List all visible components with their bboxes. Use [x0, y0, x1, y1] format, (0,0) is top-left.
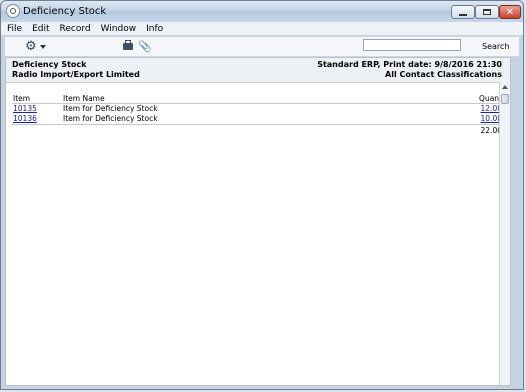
- paperclip-icon[interactable]: 📎: [138, 40, 152, 53]
- print-info: Standard ERP, Print date: 9/8/2016 21:30: [317, 60, 502, 69]
- minimize-button[interactable]: [451, 5, 475, 19]
- total-divider: [12, 124, 504, 125]
- window-title: Deficiency Stock: [23, 6, 107, 17]
- report-content: Deficiency Stock Radio Import/Export Lim…: [5, 57, 511, 386]
- scroll-thumb[interactable]: [501, 94, 509, 104]
- gear-icon[interactable]: ⚙: [25, 40, 37, 53]
- restore-icon: [483, 9, 491, 15]
- company-name: Radio Import/Export Limited: [12, 70, 140, 79]
- title-bar[interactable]: Deficiency Stock ✕: [1, 1, 523, 23]
- menu-bar: File Edit Record Window Info: [1, 22, 523, 36]
- item-name: Item for Deficiency Stock: [63, 104, 158, 113]
- item-link[interactable]: 10135: [13, 104, 37, 113]
- classification-filter: All Contact Classifications: [385, 70, 502, 79]
- menu-edit[interactable]: Edit: [32, 24, 49, 34]
- report-window: Deficiency Stock ✕ File Edit Record Wind…: [0, 0, 524, 390]
- vertical-scrollbar[interactable]: [499, 82, 510, 385]
- minimize-icon: [459, 14, 467, 16]
- table-row: 10136 Item for Deficiency Stock 10.00: [6, 114, 510, 124]
- report-header: Deficiency Stock Radio Import/Export Lim…: [6, 58, 510, 83]
- item-name: Item for Deficiency Stock: [63, 114, 158, 123]
- restore-button[interactable]: [475, 5, 499, 19]
- table-row: 10135 Item for Deficiency Stock 12.00: [6, 104, 510, 114]
- scroll-up-icon[interactable]: [500, 82, 510, 92]
- column-header-item-name: Item Name: [63, 94, 105, 103]
- menu-file[interactable]: File: [7, 24, 22, 34]
- chevron-down-icon[interactable]: [40, 45, 46, 49]
- search-input[interactable]: [363, 39, 461, 51]
- close-icon: ✕: [505, 6, 515, 18]
- menu-window[interactable]: Window: [101, 24, 137, 34]
- column-header-item: Item: [13, 94, 31, 103]
- menu-info[interactable]: Info: [146, 24, 163, 34]
- search-button[interactable]: Search: [482, 42, 509, 51]
- item-link[interactable]: 10136: [13, 114, 37, 123]
- toolbar: ⚙ 📎 Search: [5, 37, 519, 57]
- app-icon[interactable]: [6, 4, 20, 18]
- report-name: Deficiency Stock: [12, 60, 87, 69]
- menu-record[interactable]: Record: [60, 24, 91, 34]
- close-button[interactable]: ✕: [499, 5, 521, 19]
- printer-icon[interactable]: [123, 40, 133, 50]
